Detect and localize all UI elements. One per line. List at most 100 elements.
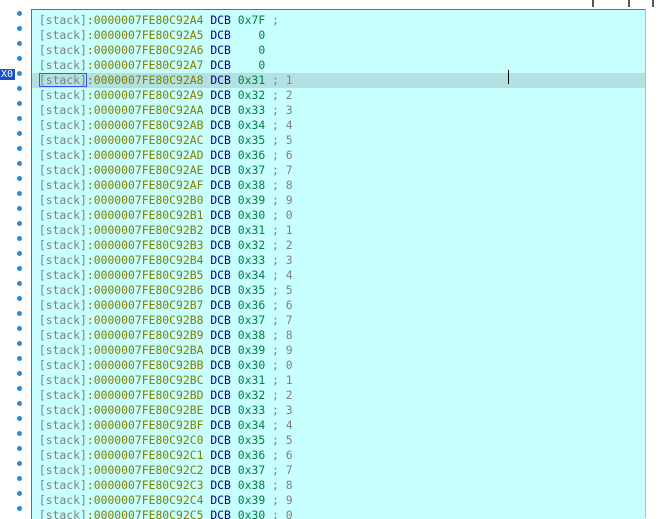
breakpoint-dot-icon[interactable] — [17, 86, 22, 91]
top-toolbar-edge — [31, 0, 661, 9]
listing-row[interactable]: [stack]:0000007FE80C92B7 DCB 0x36 ; 6 — [32, 298, 646, 313]
operand-value: 0x36 — [230, 448, 266, 462]
address: :0000007FE80C92B3 — [86, 238, 204, 252]
listing-row[interactable]: [stack]:0000007FE80C92C5 DCB 0x30 ; 0 — [32, 508, 646, 519]
listing-row[interactable]: [stack]:0000007FE80C92BD DCB 0x32 ; 2 — [32, 388, 646, 403]
listing-row[interactable]: [stack]:0000007FE80C92AE DCB 0x37 ; 7 — [32, 163, 646, 178]
breakpoint-dot-icon[interactable] — [17, 326, 22, 331]
row-padding — [32, 73, 39, 87]
listing-row[interactable]: [stack]:0000007FE80C92B6 DCB 0x35 ; 5 — [32, 283, 646, 298]
toolbar-separator — [592, 0, 594, 7]
row-padding — [32, 238, 39, 252]
operand-value: 0x39 — [230, 193, 266, 207]
listing-row[interactable]: [stack]:0000007FE80C92AA DCB 0x33 ; 3 — [32, 103, 646, 118]
breakpoint-dot-icon[interactable] — [17, 416, 22, 421]
toolbar-separator — [652, 0, 654, 7]
scrollbar-area[interactable] — [645, 9, 661, 518]
listing-row[interactable]: [stack]:0000007FE80C92B1 DCB 0x30 ; 0 — [32, 208, 646, 223]
mnemonic: DCB — [210, 223, 231, 237]
address: :0000007FE80C92C2 — [86, 463, 204, 477]
listing-row[interactable]: [stack]:0000007FE80C92C0 DCB 0x35 ; 5 — [32, 433, 646, 448]
listing-row[interactable]: [stack]:0000007FE80C92A5 DCB 0 — [32, 28, 646, 43]
row-padding — [32, 343, 39, 357]
breakpoint-dot-icon[interactable] — [17, 101, 22, 106]
register-pointer-marker[interactable]: X0 — [0, 69, 15, 80]
breakpoint-dot-icon[interactable] — [17, 56, 22, 61]
operand-value: 0x30 — [230, 358, 266, 372]
breakpoint-dot-icon[interactable] — [17, 281, 22, 286]
listing-row[interactable]: [stack]:0000007FE80C92BA DCB 0x39 ; 9 — [32, 343, 646, 358]
address: :0000007FE80C92A4 — [86, 13, 204, 27]
row-padding — [32, 493, 39, 507]
breakpoint-dot-icon[interactable] — [17, 461, 22, 466]
segment-name: [stack] — [38, 58, 87, 72]
listing-row[interactable]: [stack]:0000007FE80C92AC DCB 0x35 ; 5 — [32, 133, 646, 148]
listing-row[interactable]: [stack]:0000007FE80C92B4 DCB 0x33 ; 3 — [32, 253, 646, 268]
breakpoint-dot-icon[interactable] — [17, 341, 22, 346]
breakpoint-dot-icon[interactable] — [17, 266, 22, 271]
breakpoint-dot-icon[interactable] — [17, 206, 22, 211]
breakpoint-dot-icon[interactable] — [17, 356, 22, 361]
listing-row[interactable]: [stack]:0000007FE80C92BC DCB 0x31 ; 1 — [32, 373, 646, 388]
listing-row[interactable]: [stack]:0000007FE80C92BE DCB 0x33 ; 3 — [32, 403, 646, 418]
listing-row[interactable]: [stack]:0000007FE80C92B0 DCB 0x39 ; 9 — [32, 193, 646, 208]
listing-row[interactable]: [stack]:0000007FE80C92AF DCB 0x38 ; 8 — [32, 178, 646, 193]
listing-row[interactable]: [stack]:0000007FE80C92C1 DCB 0x36 ; 6 — [32, 448, 646, 463]
address: :0000007FE80C92AF — [86, 178, 204, 192]
listing-row[interactable]: [stack]:0000007FE80C92BB DCB 0x30 ; 0 — [32, 358, 646, 373]
disassembly-listing[interactable]: [stack]:0000007FE80C92A4 DCB 0x7F ; [sta… — [31, 9, 646, 519]
comment: ; 3 — [265, 253, 293, 267]
listing-row[interactable]: [stack]:0000007FE80C92B9 DCB 0x38 ; 8 — [32, 328, 646, 343]
breakpoint-dot-icon[interactable] — [17, 131, 22, 136]
address: :0000007FE80C92A7 — [86, 58, 204, 72]
breakpoint-dot-icon[interactable] — [17, 161, 22, 166]
breakpoint-dot-icon[interactable] — [17, 236, 22, 241]
mnemonic: DCB — [210, 58, 231, 72]
breakpoint-dot-icon[interactable] — [17, 116, 22, 121]
breakpoint-dot-icon[interactable] — [17, 221, 22, 226]
comment: ; 4 — [265, 268, 293, 282]
text-cursor — [508, 70, 509, 84]
breakpoint-dot-icon[interactable] — [17, 401, 22, 406]
breakpoint-dot-icon[interactable] — [17, 431, 22, 436]
operand-value: 0x35 — [230, 283, 266, 297]
segment-name: [stack] — [38, 373, 87, 387]
segment-name: [stack] — [38, 508, 87, 519]
listing-row[interactable]: [stack]:0000007FE80C92C4 DCB 0x39 ; 9 — [32, 493, 646, 508]
listing-row[interactable]: [stack]:0000007FE80C92AD DCB 0x36 ; 6 — [32, 148, 646, 163]
breakpoint-dot-icon[interactable] — [17, 11, 22, 16]
listing-row[interactable]: [stack]:0000007FE80C92A4 DCB 0x7F ; — [32, 13, 646, 28]
listing-row[interactable]: [stack]:0000007FE80C92A9 DCB 0x32 ; 2 — [32, 88, 646, 103]
breakpoint-dot-icon[interactable] — [17, 311, 22, 316]
breakpoint-dot-icon[interactable] — [17, 296, 22, 301]
mnemonic: DCB — [210, 463, 231, 477]
listing-row[interactable]: [stack]:0000007FE80C92BF DCB 0x34 ; 4 — [32, 418, 646, 433]
breakpoint-dot-icon[interactable] — [17, 491, 22, 496]
breakpoint-dot-icon[interactable] — [17, 191, 22, 196]
breakpoint-dot-icon[interactable] — [17, 386, 22, 391]
listing-row[interactable]: [stack]:0000007FE80C92C3 DCB 0x38 ; 8 — [32, 478, 646, 493]
breakpoint-dot-icon[interactable] — [17, 176, 22, 181]
row-padding — [32, 58, 39, 72]
breakpoint-dot-icon[interactable] — [17, 251, 22, 256]
row-padding — [32, 88, 39, 102]
comment: ; 7 — [265, 313, 293, 327]
listing-row[interactable]: [stack]:0000007FE80C92C2 DCB 0x37 ; 7 — [32, 463, 646, 478]
listing-row[interactable]: [stack]:0000007FE80C92B3 DCB 0x32 ; 2 — [32, 238, 646, 253]
listing-row[interactable]: [stack]:0000007FE80C92B8 DCB 0x37 ; 7 — [32, 313, 646, 328]
breakpoint-dot-icon[interactable] — [17, 506, 22, 511]
breakpoint-dot-icon[interactable] — [17, 146, 22, 151]
breakpoint-dot-icon[interactable] — [17, 476, 22, 481]
listing-row[interactable]: [stack]:0000007FE80C92A8 DCB 0x31 ; 1 — [32, 73, 646, 88]
listing-row[interactable]: [stack]:0000007FE80C92B2 DCB 0x31 ; 1 — [32, 223, 646, 238]
breakpoint-dot-icon[interactable] — [17, 371, 22, 376]
mnemonic: DCB — [210, 133, 231, 147]
breakpoint-dot-icon[interactable] — [17, 71, 22, 76]
breakpoint-dot-icon[interactable] — [17, 26, 22, 31]
breakpoint-dot-icon[interactable] — [17, 446, 22, 451]
listing-row[interactable]: [stack]:0000007FE80C92AB DCB 0x34 ; 4 — [32, 118, 646, 133]
listing-row[interactable]: [stack]:0000007FE80C92A7 DCB 0 — [32, 58, 646, 73]
listing-row[interactable]: [stack]:0000007FE80C92A6 DCB 0 — [32, 43, 646, 58]
breakpoint-dot-icon[interactable] — [17, 41, 22, 46]
listing-row[interactable]: [stack]:0000007FE80C92B5 DCB 0x34 ; 4 — [32, 268, 646, 283]
